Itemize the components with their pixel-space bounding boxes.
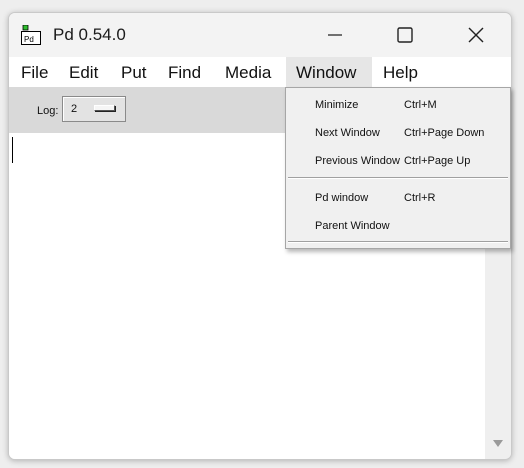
menu-edit[interactable]: Edit [63, 57, 104, 87]
menu-item-label: Pd window [315, 192, 369, 204]
minimize-button[interactable] [300, 13, 370, 57]
log-level-select[interactable]: 2 [62, 96, 126, 122]
menu-item-previous-window[interactable]: Previous Window Ctrl+Page Up [286, 146, 510, 172]
menu-item-label: Previous Window [315, 155, 400, 167]
menu-window[interactable]: Window [286, 57, 372, 87]
title-bar[interactable]: Pd Pd 0.54.0 [9, 13, 511, 57]
menu-media[interactable]: Media [219, 57, 277, 87]
menu-item-label: Minimize [315, 99, 359, 111]
option-menu-indicator-icon [94, 105, 115, 111]
menu-item-label: Parent Window [315, 220, 390, 232]
menu-find[interactable]: Find [162, 57, 207, 87]
menu-item-next-window[interactable]: Next Window Ctrl+Page Down [286, 118, 510, 144]
maximize-icon [397, 27, 413, 43]
menu-separator [288, 177, 508, 179]
menu-item-label: Next Window [315, 127, 380, 139]
text-cursor [12, 137, 13, 163]
log-label: Log: [37, 105, 59, 117]
window-title: Pd 0.54.0 [53, 25, 126, 44]
menu-file[interactable]: File [15, 57, 54, 87]
close-icon [468, 27, 484, 43]
pd-app-icon: Pd [21, 25, 41, 45]
svg-text:Pd: Pd [24, 35, 34, 44]
menu-item-parent-window[interactable]: Parent Window [286, 211, 510, 237]
maximize-button[interactable] [370, 13, 440, 57]
scroll-down-arrow-icon[interactable] [493, 440, 503, 447]
menu-item-minimize[interactable]: Minimize Ctrl+M [286, 90, 510, 116]
menu-help[interactable]: Help [377, 57, 424, 87]
log-level-value: 2 [71, 103, 78, 115]
window-menu-dropdown: Minimize Ctrl+M Next Window Ctrl+Page Do… [285, 87, 511, 249]
menu-item-shortcut: Ctrl+M [404, 99, 437, 111]
menu-item-shortcut: Ctrl+R [404, 192, 436, 204]
menu-item-shortcut: Ctrl+Page Up [404, 155, 471, 167]
menu-separator [288, 241, 508, 243]
menu-bar: File Edit Put Find Media Window Help [9, 57, 511, 87]
menu-put[interactable]: Put [115, 57, 153, 87]
menu-item-shortcut: Ctrl+Page Down [404, 127, 485, 139]
minimize-icon [328, 34, 342, 36]
menu-item-pd-window[interactable]: Pd window Ctrl+R [286, 183, 510, 209]
close-button[interactable] [441, 13, 511, 57]
